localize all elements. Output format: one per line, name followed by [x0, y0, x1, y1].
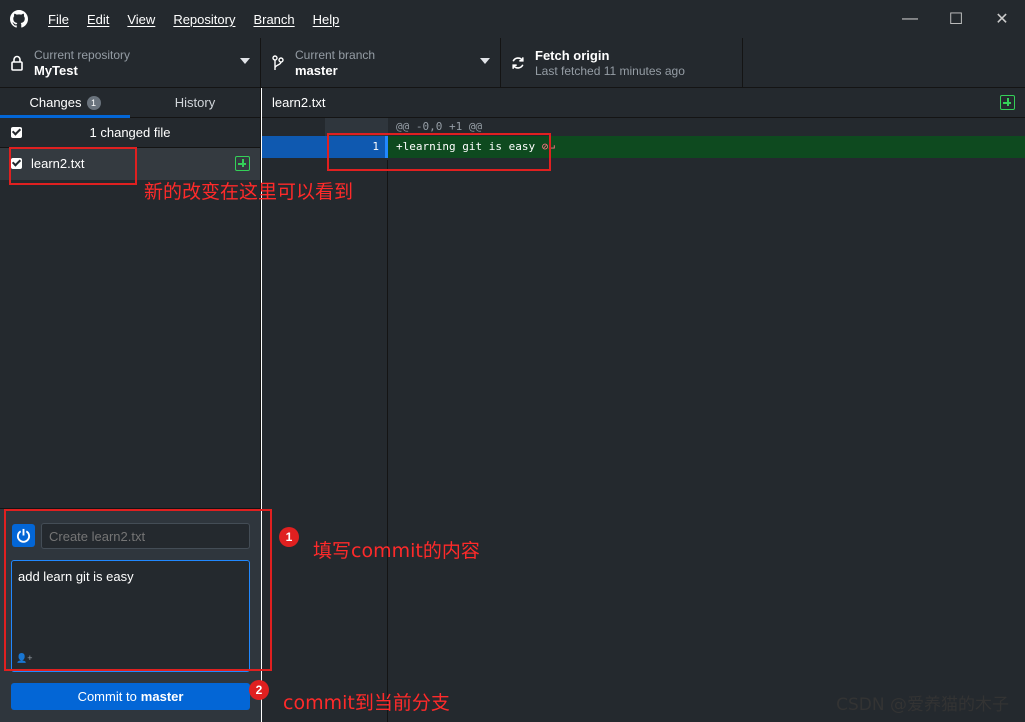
toolbar: Current repository MyTest Current branch…	[0, 38, 1025, 88]
repository-selector[interactable]: Current repository MyTest	[0, 38, 261, 88]
commit-button-branch: master	[140, 689, 184, 704]
menu-branch[interactable]: Branch	[251, 10, 296, 29]
commit-button[interactable]: Commit to master	[11, 683, 250, 710]
menu-edit[interactable]: Edit	[85, 10, 111, 29]
file-added-icon	[235, 156, 250, 171]
menu-file[interactable]: File	[46, 10, 71, 29]
caret-down-icon	[240, 58, 250, 64]
tab-history[interactable]: History	[130, 88, 260, 117]
caret-down-icon	[480, 58, 490, 64]
tab-changes[interactable]: Changes 1	[0, 88, 130, 118]
branch-name: master	[295, 62, 338, 78]
fetch-title: Fetch origin	[535, 47, 610, 63]
github-logo-icon	[0, 0, 38, 38]
changes-count-badge: 1	[86, 95, 101, 110]
annotation-note-commit-message: 填写commit的内容	[313, 540, 480, 562]
sidebar-tabs: Changes 1 History	[0, 88, 260, 118]
fetch-origin-button[interactable]: Fetch origin Last fetched 11 minutes ago	[501, 38, 743, 88]
file-added-icon	[1000, 95, 1015, 110]
watermark: CSDN @爱养猫的木子	[836, 695, 1009, 715]
menu-bar: File Edit View Repository Branch Help — …	[0, 0, 1025, 38]
fetch-status: Last fetched 11 minutes ago	[535, 63, 685, 78]
changed-files-header: 1 changed file	[0, 118, 260, 148]
diff-panel: learn2.txt @@ -0,0 +1 @@ 1 +learning git…	[262, 88, 1025, 722]
repository-label: Current repository	[34, 47, 131, 62]
annotation-box-commit-message	[4, 509, 272, 671]
window-controls: — ☐ ✕	[887, 0, 1025, 38]
tab-history-label: History	[174, 95, 216, 110]
branch-selector[interactable]: Current branch master	[261, 38, 501, 88]
annotation-badge-1: 1	[279, 527, 299, 547]
maximize-button[interactable]: ☐	[933, 0, 979, 38]
changed-files-count: 1 changed file	[89, 125, 171, 140]
menu-repository[interactable]: Repository	[171, 10, 237, 29]
tab-changes-label: Changes	[29, 95, 82, 110]
select-all-checkbox[interactable]	[11, 127, 22, 138]
menu-help[interactable]: Help	[311, 10, 342, 29]
branch-icon	[261, 55, 295, 71]
commit-button-prefix: Commit to	[77, 689, 137, 704]
branch-label: Current branch	[295, 47, 376, 62]
annotation-note-file: 新的改变在这里可以看到	[144, 181, 354, 203]
diff-gutter	[262, 160, 388, 722]
diff-header: learn2.txt	[262, 88, 1025, 118]
annotation-badge-2: 2	[249, 680, 269, 700]
sync-icon	[501, 56, 535, 70]
close-button[interactable]: ✕	[979, 0, 1025, 38]
annotation-box-file	[9, 147, 137, 185]
lock-icon	[0, 55, 34, 71]
menu-view[interactable]: View	[125, 10, 157, 29]
repository-name: MyTest	[34, 62, 78, 78]
minimize-button[interactable]: —	[887, 0, 933, 38]
annotation-note-commit-button: commit到当前分支	[283, 692, 450, 714]
annotation-box-diff-line	[327, 133, 551, 171]
diff-file-name: learn2.txt	[272, 95, 326, 110]
